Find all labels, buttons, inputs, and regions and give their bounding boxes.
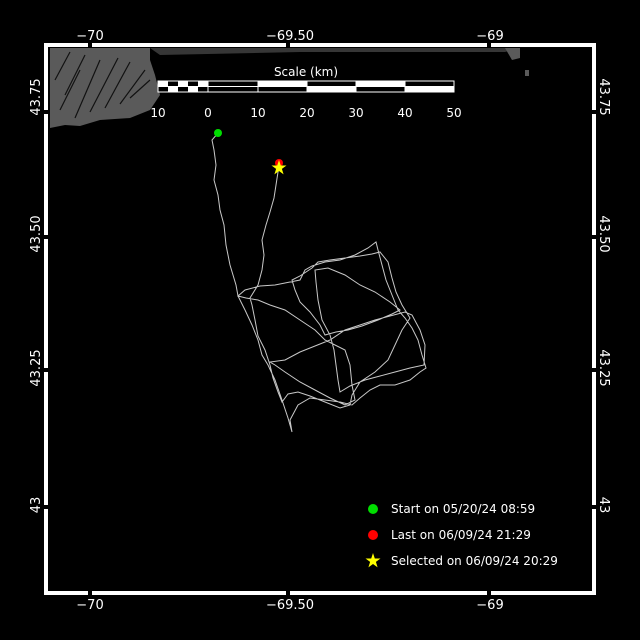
scale-bar: Scale (km) 10 0 10 20 30 40 50 [150,65,461,120]
lat-label-right-4: 43 [596,497,611,514]
lat-label-left-3: 43.25 [29,349,44,386]
lat-label-left-2: 43.50 [29,215,44,252]
lon-label-top-3: −69 [476,29,503,44]
legend-start-label: Start on 05/20/24 08:59 [391,502,535,516]
lat-label-right-2: 43.50 [596,215,611,252]
scale-tick-2: 0 [204,106,212,120]
legend-last-icon [368,530,378,540]
legend-selected-label: Selected on 06/09/24 20:29 [391,554,558,568]
scale-tick-4: 20 [299,106,314,120]
lon-label-top-2: −69.50 [266,29,314,44]
lat-label-left-4: 43 [29,497,44,514]
lon-label-bottom-1: −70 [76,598,103,613]
lat-label-right-3: 43.25 [596,349,611,386]
scale-tick-5: 30 [348,106,363,120]
selected-star-marker [271,160,287,175]
drifter-track-map: −70 −69.50 −69 −70 −69.50 −69 43.75 43.5… [29,29,611,613]
lon-label-bottom-2: −69.50 [266,598,314,613]
start-marker [214,129,222,137]
lat-label-right-1: 43.75 [596,78,611,115]
legend-start-icon [368,504,378,514]
scale-tick-3: 10 [250,106,265,120]
legend: Start on 05/20/24 08:59 Last on 06/09/24… [365,502,558,568]
scale-title: Scale (km) [274,65,338,79]
legend-last-label: Last on 06/09/24 21:29 [391,528,531,542]
legend-selected-star-icon [365,553,381,568]
lon-label-top-1: −70 [76,29,103,44]
scale-tick-7: 50 [446,106,461,120]
drifter-track [211,132,427,433]
scale-tick-1: 10 [150,106,165,120]
lon-label-bottom-3: −69 [476,598,503,613]
lat-label-left-1: 43.75 [29,78,44,115]
scale-tick-6: 40 [397,106,412,120]
